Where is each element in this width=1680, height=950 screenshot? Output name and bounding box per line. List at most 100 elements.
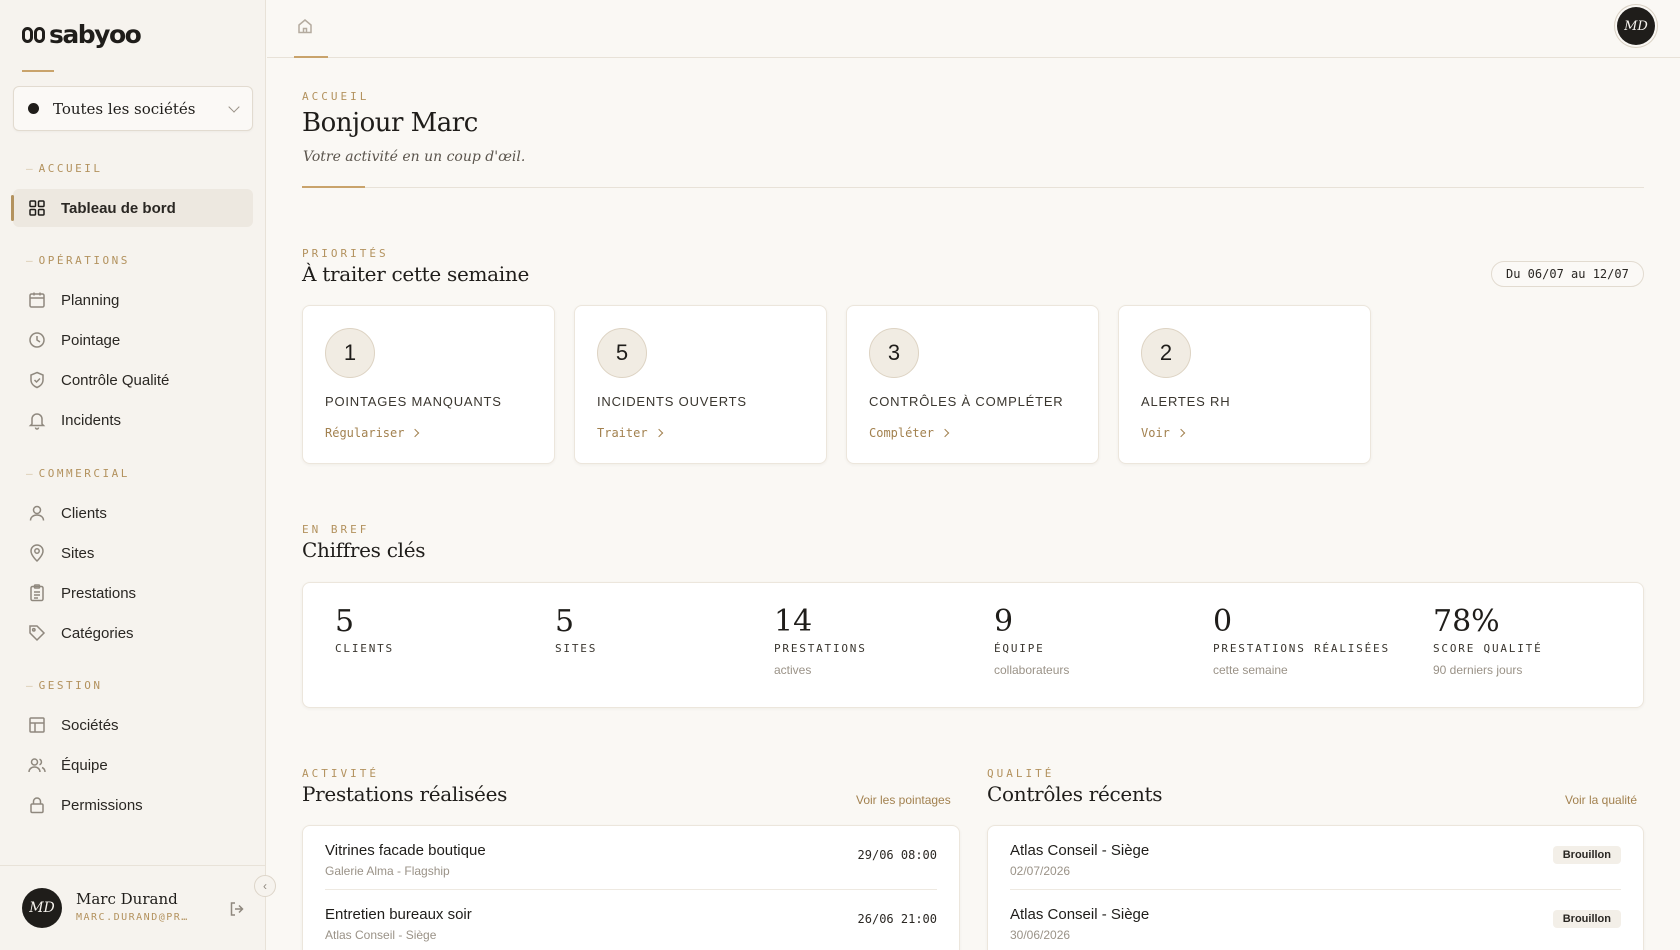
- sidebar-item-clients[interactable]: Clients: [13, 494, 253, 532]
- home-tab-indicator: [294, 56, 328, 58]
- header-avatar[interactable]: MD: [1617, 7, 1655, 45]
- row-subtitle: Atlas Conseil - Siège: [325, 928, 437, 942]
- row-title: Atlas Conseil - Siège: [1010, 842, 1150, 859]
- stat-prestations-realisees: 0 Prestations réalisées cette semaine: [1213, 605, 1390, 677]
- section-label-operations: Opérations: [26, 254, 130, 267]
- logo-mark-icon: [22, 26, 45, 43]
- logout-icon[interactable]: [228, 900, 246, 918]
- tag-icon: [27, 623, 47, 643]
- user-email: MARC.DURAND@PR…: [76, 912, 189, 923]
- sidebar-item-label: Prestations: [61, 584, 137, 602]
- section-label-accueil: Accueil: [26, 162, 102, 175]
- status-badge: Brouillon: [1552, 846, 1621, 864]
- clock-icon: [27, 330, 47, 350]
- task-card-alertes-rh[interactable]: 2 Alertes RH Voir: [1118, 305, 1371, 464]
- task-count: 2: [1141, 328, 1191, 378]
- stat-label: Score qualité: [1433, 642, 1543, 655]
- priorities-kicker: Priorités: [302, 247, 389, 260]
- sidebar-item-label: Sites: [61, 544, 95, 562]
- user-profile: MD Marc Durand MARC.DURAND@PR…: [0, 865, 266, 950]
- row-timestamp: 26/06 21:00: [857, 912, 937, 926]
- page-subtitle: Votre activité en un coup d'œil.: [303, 149, 526, 165]
- row-subtitle: 30/06/2026: [1010, 928, 1071, 942]
- company-selector[interactable]: Toutes les sociétés: [13, 86, 253, 131]
- chevron-right-icon: [1176, 428, 1186, 438]
- stat-sublabel: collaborateurs: [994, 663, 1070, 677]
- chevron-right-icon: [940, 428, 950, 438]
- task-action-label: Traiter: [597, 426, 648, 440]
- home-icon[interactable]: [296, 17, 314, 35]
- sidebar-item-label: Tableau de bord: [61, 199, 176, 217]
- task-action-link[interactable]: Traiter: [597, 426, 663, 440]
- activity-list: Vitrines facade boutique Galerie Alma - …: [302, 825, 960, 950]
- user-name: Marc Durand: [76, 890, 178, 908]
- voir-qualite-link[interactable]: Voir la qualité: [1565, 793, 1637, 807]
- task-label: Contrôles à compléter: [869, 394, 1064, 409]
- list-item[interactable]: Atlas Conseil - Siège 02/07/2026 Brouill…: [1010, 826, 1621, 889]
- sidebar-item-permissions[interactable]: Permissions: [13, 786, 253, 824]
- task-action-link[interactable]: Régulariser: [325, 426, 420, 440]
- sidebar-item-label: Équipe: [61, 756, 108, 774]
- stat-score-qualite: 78% Score qualité 90 derniers jours: [1433, 605, 1543, 677]
- sidebar-item-tableau-de-bord[interactable]: Tableau de bord: [11, 189, 253, 227]
- sidebar-item-sites[interactable]: Sites: [13, 534, 253, 572]
- bell-icon: [27, 410, 47, 430]
- stat-label: Prestations réalisées: [1213, 642, 1390, 655]
- sidebar-item-controle-qualite[interactable]: Contrôle Qualité: [13, 361, 253, 399]
- collapse-sidebar-button[interactable]: ‹: [254, 875, 276, 897]
- row-timestamp: 29/06 08:00: [857, 848, 937, 862]
- key-figures-kicker: En bref: [302, 523, 370, 536]
- stat-value: 5: [555, 604, 575, 639]
- sidebar-item-planning[interactable]: Planning: [13, 281, 253, 319]
- stat-label: Prestations: [774, 642, 867, 655]
- sidebar-item-pointage[interactable]: Pointage: [13, 321, 253, 359]
- stat-equipe: 9 Équipe collaborateurs: [994, 605, 1069, 677]
- quality-title: Contrôles récents: [987, 782, 1163, 806]
- priorities-title: À traiter cette semaine: [302, 262, 530, 286]
- shield-icon: [27, 370, 47, 390]
- list-item[interactable]: Entretien bureaux soir Atlas Conseil - S…: [325, 889, 937, 950]
- task-card-controles[interactable]: 3 Contrôles à compléter Compléter: [846, 305, 1099, 464]
- key-figures-card: 5 Clients 5 Sites 14 Prestations actives…: [302, 582, 1644, 708]
- list-item[interactable]: Vitrines facade boutique Galerie Alma - …: [325, 826, 937, 889]
- row-subtitle: 02/07/2026: [1010, 864, 1071, 878]
- quality-kicker: Qualité: [987, 767, 1055, 780]
- row-subtitle: Galerie Alma - Flagship: [325, 864, 450, 878]
- task-card-incidents[interactable]: 5 Incidents ouverts Traiter: [574, 305, 827, 464]
- sidebar-item-label: Clients: [61, 504, 107, 522]
- brand-logo[interactable]: sabyoo: [22, 20, 142, 49]
- task-action-link[interactable]: Voir: [1141, 426, 1186, 440]
- sidebar-item-incidents[interactable]: Incidents: [13, 401, 253, 439]
- date-range-badge[interactable]: Du 06/07 au 12/07: [1491, 261, 1644, 287]
- task-action-link[interactable]: Compléter: [869, 426, 950, 440]
- sidebar: sabyoo Toutes les sociétés Accueil Table…: [0, 0, 266, 950]
- sidebar-item-equipe[interactable]: Équipe: [13, 746, 253, 784]
- task-card-pointages[interactable]: 1 Pointages manquants Régulariser: [302, 305, 555, 464]
- calendar-icon: [27, 290, 47, 310]
- stat-label: Équipe: [994, 642, 1045, 655]
- sidebar-item-label: Incidents: [61, 411, 122, 429]
- row-title: Entretien bureaux soir: [325, 906, 472, 923]
- stat-clients: 5 Clients: [335, 605, 394, 655]
- stat-sublabel: actives: [774, 663, 812, 677]
- user-icon: [27, 503, 47, 523]
- section-label-gestion: Gestion: [26, 679, 102, 692]
- sidebar-item-categories[interactable]: Catégories: [13, 614, 253, 652]
- chevron-left-icon: ‹: [263, 879, 267, 893]
- stat-label: Sites: [555, 642, 598, 655]
- stat-sublabel: 90 derniers jours: [1433, 663, 1523, 677]
- stat-prestations: 14 Prestations actives: [774, 605, 867, 677]
- task-action-label: Compléter: [869, 426, 935, 440]
- avatar[interactable]: MD: [22, 888, 62, 928]
- voir-pointages-link[interactable]: Voir les pointages: [856, 793, 951, 807]
- task-label: Pointages manquants: [325, 394, 502, 409]
- sidebar-item-prestations[interactable]: Prestations: [13, 574, 253, 612]
- activity-title: Prestations réalisées: [302, 782, 508, 806]
- sidebar-item-societes[interactable]: Sociétés: [13, 706, 253, 744]
- chevron-right-icon: [411, 428, 420, 438]
- section-label-commercial: Commercial: [26, 467, 130, 480]
- task-count: 3: [869, 328, 919, 378]
- clipboard-icon: [27, 583, 47, 603]
- list-item[interactable]: Atlas Conseil - Siège 30/06/2026 Brouill…: [1010, 889, 1621, 950]
- key-figures-title: Chiffres clés: [302, 538, 426, 562]
